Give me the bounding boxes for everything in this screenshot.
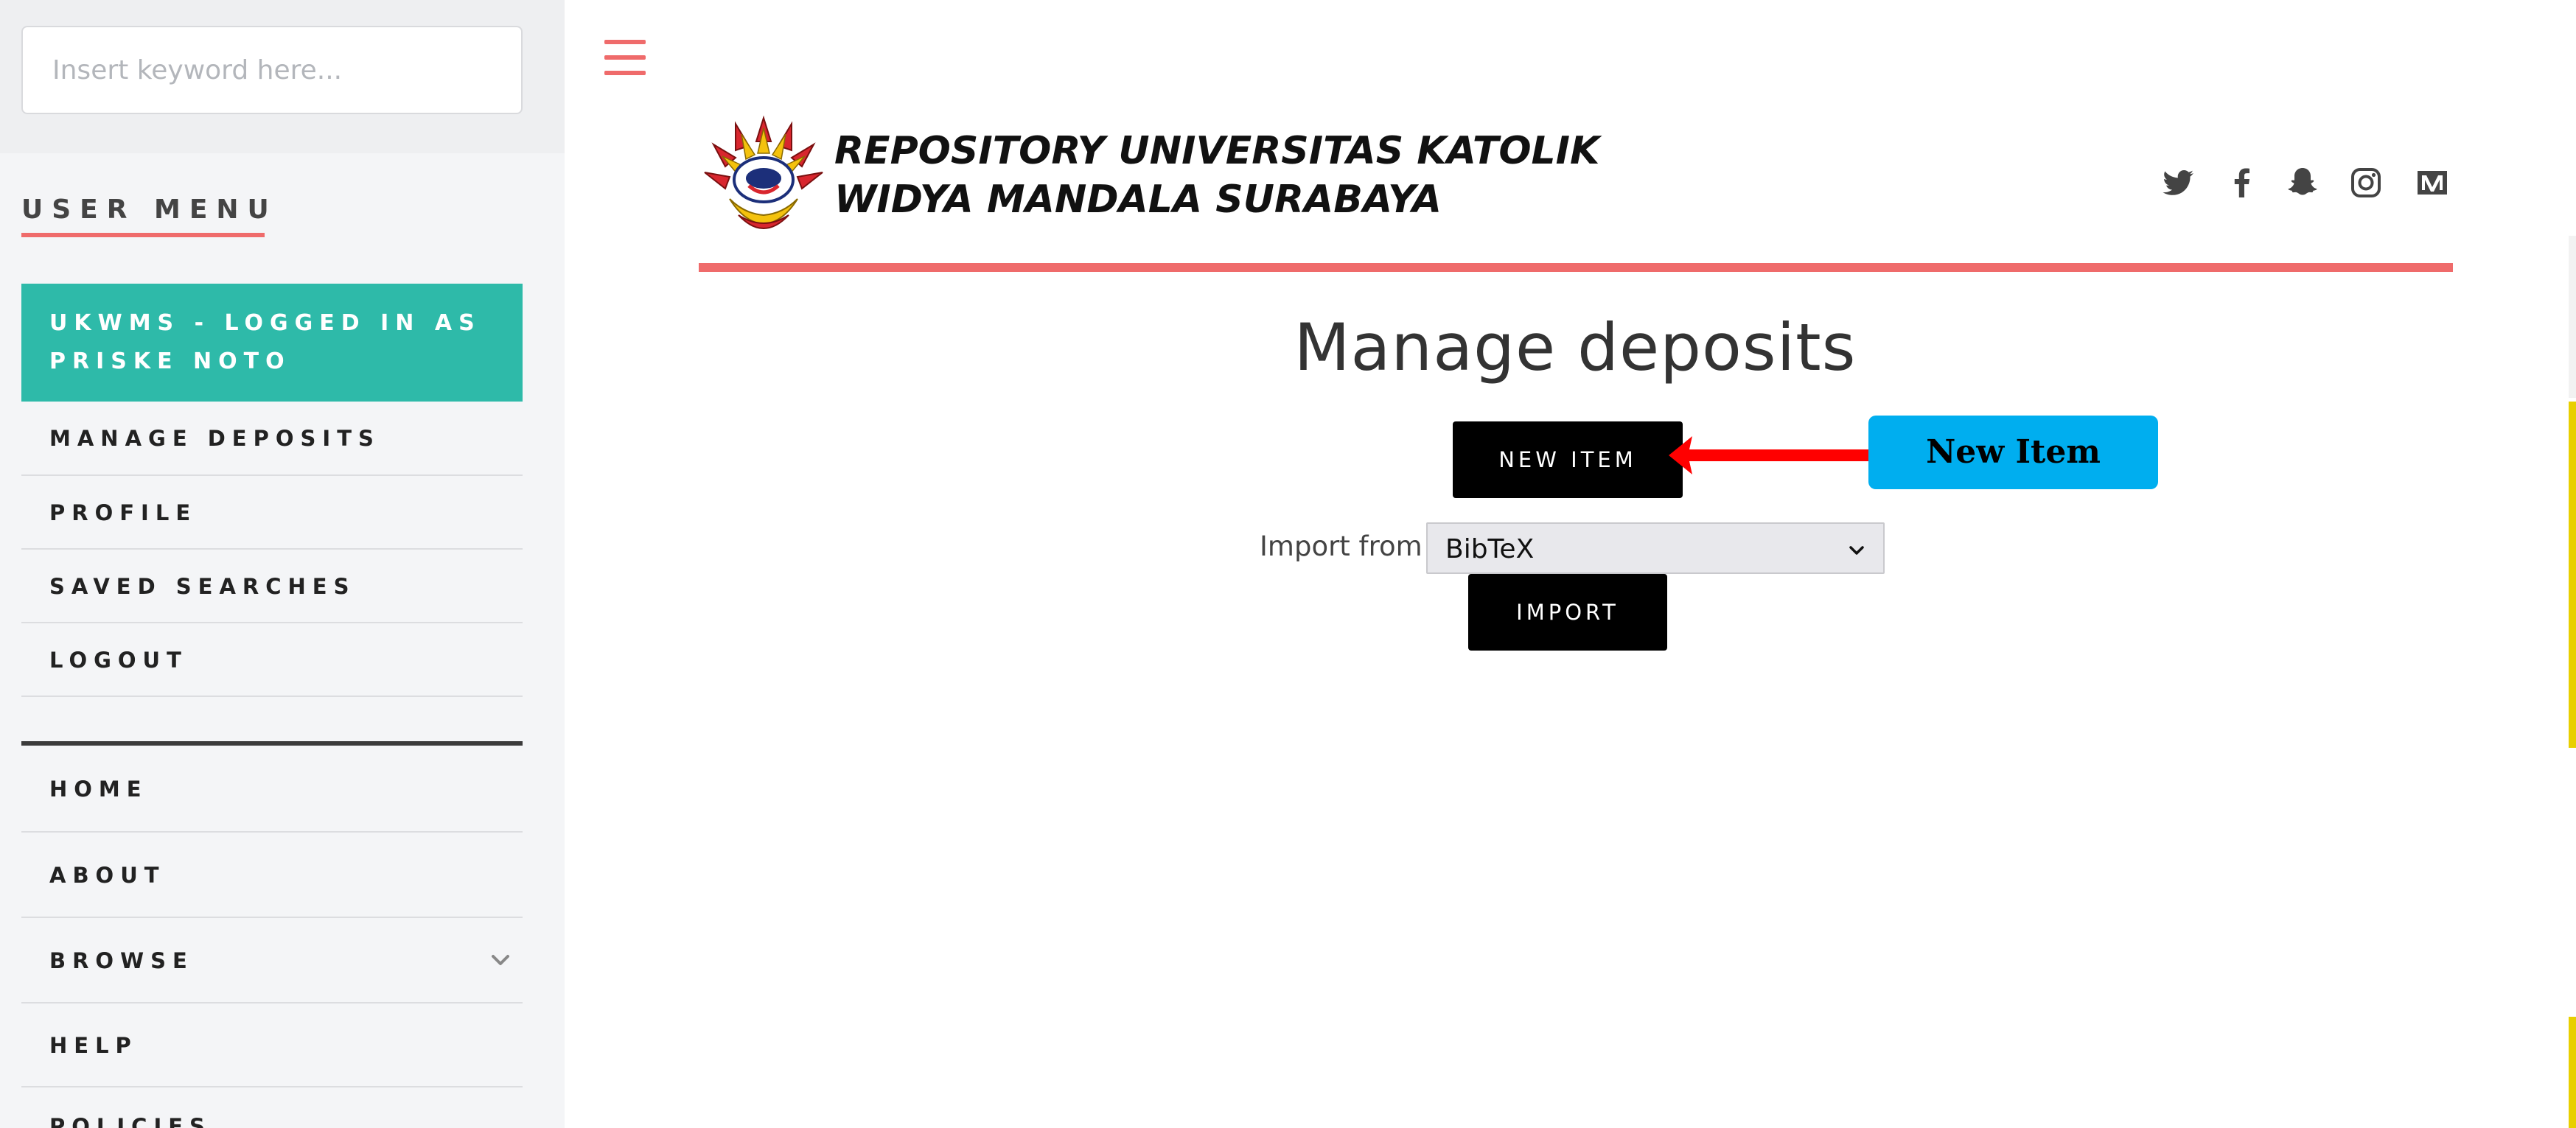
university-logo[interactable] <box>700 112 827 242</box>
menu-item-logout[interactable]: LOGOUT <box>21 623 523 697</box>
menu-item-saved-searches[interactable]: SAVED SEARCHES <box>21 550 523 623</box>
site-title-line2: WIDYA MANDALA SURABAYA <box>834 178 1442 222</box>
chevron-down-icon[interactable] <box>486 945 515 975</box>
menu-item-help[interactable]: HELP <box>21 1003 523 1087</box>
logo-emblem-icon <box>704 115 823 229</box>
menu-item-label: SAVED SEARCHES <box>49 574 356 599</box>
edge-strip <box>2569 402 2576 748</box>
site-title-line1: REPOSITORY UNIVERSITAS KATOLIK <box>834 129 1600 173</box>
menu-item-label: ABOUT <box>49 863 166 888</box>
sidebar: USER MENU UKWMS - LOGGED IN AS PRISKE NO… <box>0 0 565 1128</box>
instagram-icon[interactable] <box>2347 164 2385 202</box>
menu-item-label: HOME <box>49 777 148 802</box>
user-menu-title: USER MENU <box>21 195 278 225</box>
menu-item-label: LOGOUT <box>49 648 188 673</box>
menu-item-label: POLICIES <box>49 1114 212 1128</box>
site-title[interactable]: REPOSITORY UNIVERSITAS KATOLIK WIDYA MAN… <box>834 127 1599 224</box>
hamburger-icon-bar <box>604 71 646 75</box>
import-from-label: Import from <box>1260 530 1423 562</box>
menu-item-about[interactable]: ABOUT <box>21 833 523 918</box>
menu-item-manage-deposits[interactable]: MANAGE DEPOSITS <box>21 402 523 476</box>
annotation-arrow-icon <box>1669 436 1869 474</box>
edge-strip <box>2569 1017 2576 1128</box>
import-format-select[interactable]: BibTeX <box>1426 522 1885 574</box>
menu-item-home[interactable]: HOME <box>21 746 523 833</box>
twitter-icon[interactable] <box>2160 164 2198 202</box>
medium-icon[interactable] <box>2413 164 2451 202</box>
import-button[interactable]: IMPORT <box>1468 574 1667 651</box>
menu-item-browse[interactable]: BROWSE <box>21 918 523 1003</box>
import-format-value: BibTeX <box>1445 534 1535 564</box>
user-menu-underline <box>21 233 265 237</box>
search-input[interactable] <box>21 26 523 114</box>
annotation-callout: New Item <box>1868 416 2158 489</box>
page-title: Manage deposits <box>1294 309 1857 385</box>
hamburger-icon-bar <box>604 55 646 60</box>
hamburger-icon-bar <box>604 40 646 44</box>
edge-strip <box>2569 236 2576 398</box>
menu-item-label: HELP <box>49 1033 138 1058</box>
snapchat-icon[interactable] <box>2283 164 2322 202</box>
menu-item-profile[interactable]: PROFILE <box>21 476 523 550</box>
facebook-icon[interactable] <box>2223 164 2261 202</box>
menu-item-label: PROFILE <box>49 500 198 525</box>
new-item-button[interactable]: NEW ITEM <box>1453 421 1683 498</box>
menu-item-policies[interactable]: POLICIES <box>21 1087 523 1128</box>
menu-item-label: MANAGE DEPOSITS <box>49 426 380 451</box>
menu-toggle-button[interactable] <box>604 40 646 75</box>
menu-item-label: BROWSE <box>49 948 194 973</box>
header-divider <box>699 263 2453 272</box>
chevron-down-icon <box>1849 546 1864 555</box>
